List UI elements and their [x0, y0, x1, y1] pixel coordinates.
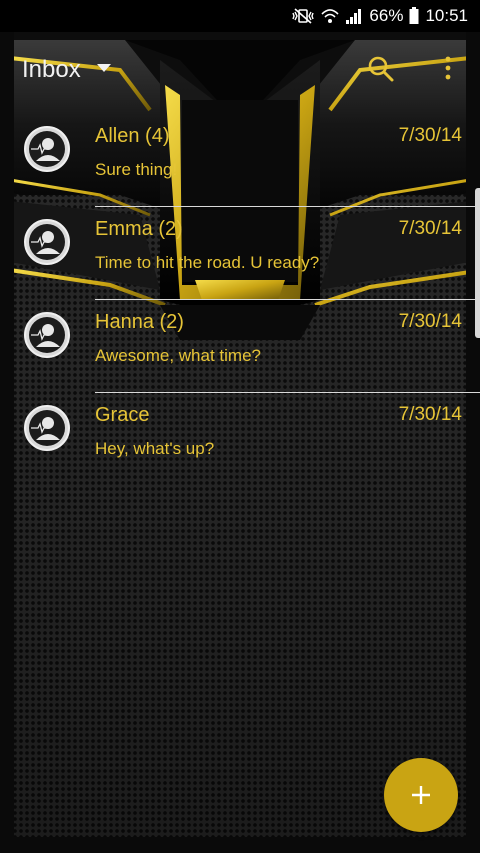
search-icon	[368, 56, 394, 82]
folder-selector[interactable]: Inbox	[22, 56, 111, 84]
contact-name: Grace	[95, 404, 150, 426]
message-snippet: Awesome, what time?	[95, 346, 261, 365]
contact-name: Hanna (2)	[95, 311, 184, 333]
contact-avatar-icon	[24, 405, 70, 451]
message-snippet: Hey, what's up?	[95, 439, 215, 458]
contact-avatar-icon	[24, 312, 70, 358]
compose-button[interactable]	[384, 758, 458, 832]
search-button[interactable]	[366, 54, 396, 84]
more-vert-icon	[445, 56, 451, 80]
conversation-list: Allen (4) 7/30/14 Sure thing! Emma (2) 7…	[0, 114, 480, 486]
conversation-item[interactable]: Hanna (2) 7/30/14 Awesome, what time?	[0, 300, 480, 393]
scrollbar[interactable]	[475, 188, 480, 338]
message-date: 7/30/14	[398, 311, 462, 332]
signal-icon	[345, 7, 363, 25]
message-date: 7/30/14	[398, 125, 462, 146]
conversation-item[interactable]: Allen (4) 7/30/14 Sure thing!	[0, 114, 480, 207]
status-bar: 66% 10:51	[0, 0, 480, 32]
message-snippet: Sure thing!	[95, 160, 178, 179]
message-snippet: Time to hit the road. U ready?	[95, 253, 320, 272]
more-options-button[interactable]	[438, 54, 458, 84]
conversation-item[interactable]: Grace 7/30/14 Hey, what's up?	[0, 393, 480, 486]
plus-icon	[412, 786, 430, 804]
message-date: 7/30/14	[398, 404, 462, 425]
contact-avatar-icon	[24, 219, 70, 265]
conversation-item[interactable]: Emma (2) 7/30/14 Time to hit the road. U…	[0, 207, 480, 300]
app-bar: Inbox	[0, 32, 480, 102]
mute-vibrate-icon	[291, 7, 315, 25]
bottom-frame	[0, 837, 480, 853]
app-screen: 66% 10:51 Inbox Allen (4) 7/30/14 Sure t…	[0, 0, 480, 853]
battery-icon	[409, 7, 419, 25]
message-date: 7/30/14	[398, 218, 462, 239]
contact-name: Emma (2)	[95, 218, 183, 240]
dropdown-caret-icon	[96, 64, 111, 72]
battery-percent: 66%	[369, 6, 404, 25]
page-title: Inbox	[22, 56, 81, 83]
wifi-icon	[321, 7, 339, 25]
clock: 10:51	[425, 6, 468, 25]
contact-avatar-icon	[24, 126, 70, 172]
contact-name: Allen (4)	[95, 125, 170, 147]
